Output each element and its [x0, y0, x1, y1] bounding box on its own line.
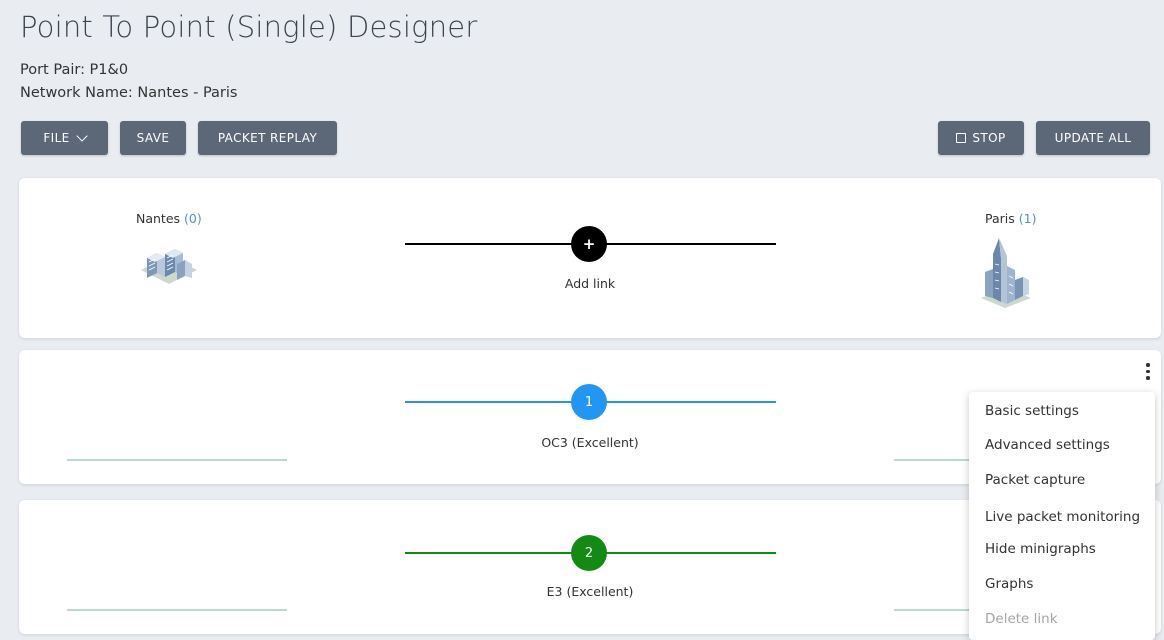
file-menu-button[interactable]: FILE [21, 121, 108, 155]
link-1-label[interactable]: OC3 (Excellent) [490, 435, 690, 450]
site-left-name: Nantes [136, 211, 181, 226]
menu-item-delete-link: Delete link [985, 611, 1058, 627]
packet-replay-button[interactable]: PACKET REPLAY [198, 121, 337, 155]
skyscraper-icon[interactable] [975, 236, 1037, 310]
link-2-label[interactable]: E3 (Excellent) [490, 584, 690, 599]
link-2-node[interactable]: 2 [571, 535, 607, 571]
add-link-label[interactable]: Add link [490, 276, 690, 291]
link-context-menu: Basic settings Advanced settings Packet … [969, 392, 1155, 640]
minigraph-left-2 [67, 609, 287, 611]
save-button[interactable]: SAVE [120, 121, 186, 155]
site-right-name: Paris [985, 211, 1015, 226]
port-pair-text: Port Pair: P1&0 [20, 62, 129, 78]
minigraph-left-1 [67, 459, 287, 461]
stop-square-icon [956, 133, 967, 143]
site-right-count: (1) [1018, 211, 1037, 226]
update-all-button[interactable]: UPDATE ALL [1036, 121, 1150, 155]
add-link-button[interactable]: + [571, 226, 607, 262]
menu-item-packet-capture[interactable]: Packet capture [985, 472, 1085, 488]
menu-item-live-packet-monitoring[interactable]: Live packet monitoring [985, 509, 1140, 525]
menu-item-advanced-settings[interactable]: Advanced settings [985, 437, 1110, 453]
stop-button-label: STOP [972, 131, 1006, 145]
office-buildings-icon[interactable] [137, 240, 201, 286]
page-title: Point To Point (Single) Designer [20, 10, 478, 44]
site-left-label: Nantes (0) [136, 211, 202, 226]
site-left-count: (0) [184, 211, 202, 226]
minigraph-right-1 [894, 459, 974, 461]
site-right-label: Paris (1) [985, 211, 1036, 226]
menu-item-hide-minigraphs[interactable]: Hide minigraphs [985, 541, 1096, 557]
sites-card: Nantes (0) + Add link Paris (1) [19, 178, 1161, 338]
link-1-node[interactable]: 1 [571, 384, 607, 420]
menu-item-graphs[interactable]: Graphs [985, 576, 1033, 592]
menu-item-basic-settings[interactable]: Basic settings [985, 403, 1079, 419]
kebab-menu-icon[interactable] [1146, 363, 1150, 383]
network-name-text: Network Name: Nantes - Paris [20, 85, 238, 101]
minigraph-right-2 [894, 609, 974, 611]
stop-button[interactable]: STOP [938, 121, 1024, 155]
file-button-label: FILE [43, 131, 70, 145]
chevron-down-icon [75, 129, 88, 142]
